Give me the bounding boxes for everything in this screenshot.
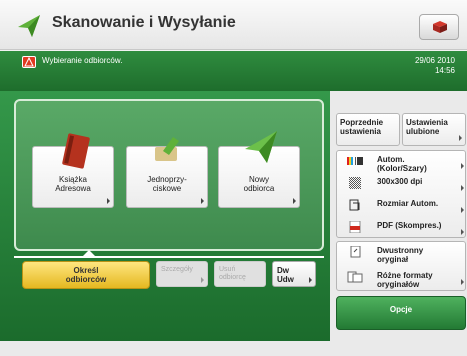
one-touch-button[interactable]: Jednoprzy-ciskowe: [126, 137, 208, 208]
scan-send-icon: [16, 13, 42, 39]
resolution-label: 300x300 dpi: [377, 177, 423, 186]
dw-label-1: Dw: [277, 266, 289, 275]
chevron-right-icon: [201, 277, 204, 283]
color-mode-setting[interactable]: Autom. (Kolor/Szary): [337, 151, 467, 173]
address-book-icon: [62, 133, 90, 169]
address-book-label-2: Adresowa: [55, 184, 91, 193]
specify-label-1: Określ: [73, 266, 99, 275]
remove-label-2: odbiorcę: [219, 274, 246, 281]
mixed-sizes-label-1: Różne formaty: [377, 271, 433, 280]
status-message: Wybieranie odbiorców.: [42, 56, 123, 65]
chevron-right-icon: [107, 198, 110, 204]
color-mode-label-1: Autom.: [377, 155, 405, 164]
chevron-right-icon: [309, 277, 312, 283]
chevron-right-icon: [461, 207, 464, 213]
pdf-icon: [349, 221, 361, 233]
duplex-icon: [350, 246, 361, 258]
scan-settings-group: Autom. (Kolor/Szary) 300x300 dpi Rozmiar …: [336, 150, 466, 238]
warning-icon: [22, 56, 36, 68]
status-date: 29/06 2010: [414, 56, 455, 65]
mixed-sizes-setting[interactable]: Różne formaty oryginałów: [337, 267, 467, 289]
chevron-right-icon: [459, 135, 462, 141]
remove-label-1: Usuń: [219, 266, 236, 273]
favorite-settings-button[interactable]: Ustawienia ulubione: [402, 113, 466, 146]
dw-label-2: Udw: [277, 275, 294, 284]
chevron-right-icon: [461, 229, 464, 235]
one-touch-label-1: Jednoprzy-: [147, 175, 187, 184]
page-title: Skanowanie i Wysyłanie: [52, 14, 236, 31]
duplex-label-1: Dwustronny: [377, 246, 424, 255]
options-button[interactable]: Opcje: [336, 296, 466, 330]
address-book-label-1: Książka: [58, 175, 87, 184]
color-mode-label-2: (Kolor/Szary): [377, 164, 427, 173]
fav-label-1: Ustawienia: [406, 118, 448, 127]
scan-size-icon: [349, 199, 360, 211]
details-button[interactable]: Szczegóły: [156, 261, 208, 287]
color-mode-icon: [347, 157, 363, 165]
chevron-right-icon: [461, 185, 464, 191]
specify-label-2: odbiorców: [65, 275, 107, 284]
scan-size-label: Rozmiar Autom.: [377, 199, 439, 208]
duplex-setting[interactable]: Dwustronny oryginał: [337, 242, 467, 264]
new-recipient-label-1: Nowy: [248, 175, 269, 184]
duplex-label-2: oryginał: [377, 255, 409, 264]
original-settings-group: Dwustronny oryginał Różne formaty oryginał…: [336, 241, 466, 291]
chevron-right-icon: [461, 163, 464, 169]
resolution-icon: [349, 177, 361, 189]
prev-label-2: ustawienia: [340, 127, 381, 136]
mixed-sizes-label-2: oryginałów: [377, 280, 420, 289]
cc-bcc-button[interactable]: Dw Udw: [272, 261, 316, 287]
chevron-right-icon: [293, 198, 296, 204]
cube-icon: [433, 21, 447, 33]
scan-size-setting[interactable]: Rozmiar Autom.: [337, 195, 467, 217]
mixed-sizes-icon: [347, 271, 363, 283]
new-recipient-button[interactable]: Nowy odbiorca: [218, 131, 300, 208]
top-right-button[interactable]: [419, 14, 459, 40]
resolution-setting[interactable]: 300x300 dpi: [337, 173, 467, 195]
address-book-button[interactable]: Książka Adresowa: [32, 133, 114, 208]
chevron-right-icon: [461, 279, 464, 285]
chevron-right-icon: [201, 198, 204, 204]
file-format-setting[interactable]: PDF (Skompres.): [337, 217, 467, 239]
status-time: 14:56: [434, 66, 455, 75]
details-label: Szczegóły: [161, 266, 193, 273]
prev-label-1: Poprzednie: [340, 118, 384, 127]
fav-label-2: ulubione: [406, 127, 440, 136]
options-label: Opcje: [389, 305, 413, 314]
previous-settings-button[interactable]: Poprzednie ustawienia: [336, 113, 400, 146]
remove-recipient-button[interactable]: Usuń odbiorcę: [214, 261, 266, 287]
divider: [14, 256, 324, 258]
new-recipient-label-2: odbiorca: [243, 184, 275, 193]
paper-plane-icon: [245, 131, 277, 163]
one-touch-icon: [155, 137, 179, 161]
one-touch-label-2: ciskowe: [152, 184, 182, 193]
specify-recipients-button[interactable]: Określ odbiorców: [22, 261, 150, 289]
file-format-label: PDF (Skompres.): [377, 221, 442, 230]
